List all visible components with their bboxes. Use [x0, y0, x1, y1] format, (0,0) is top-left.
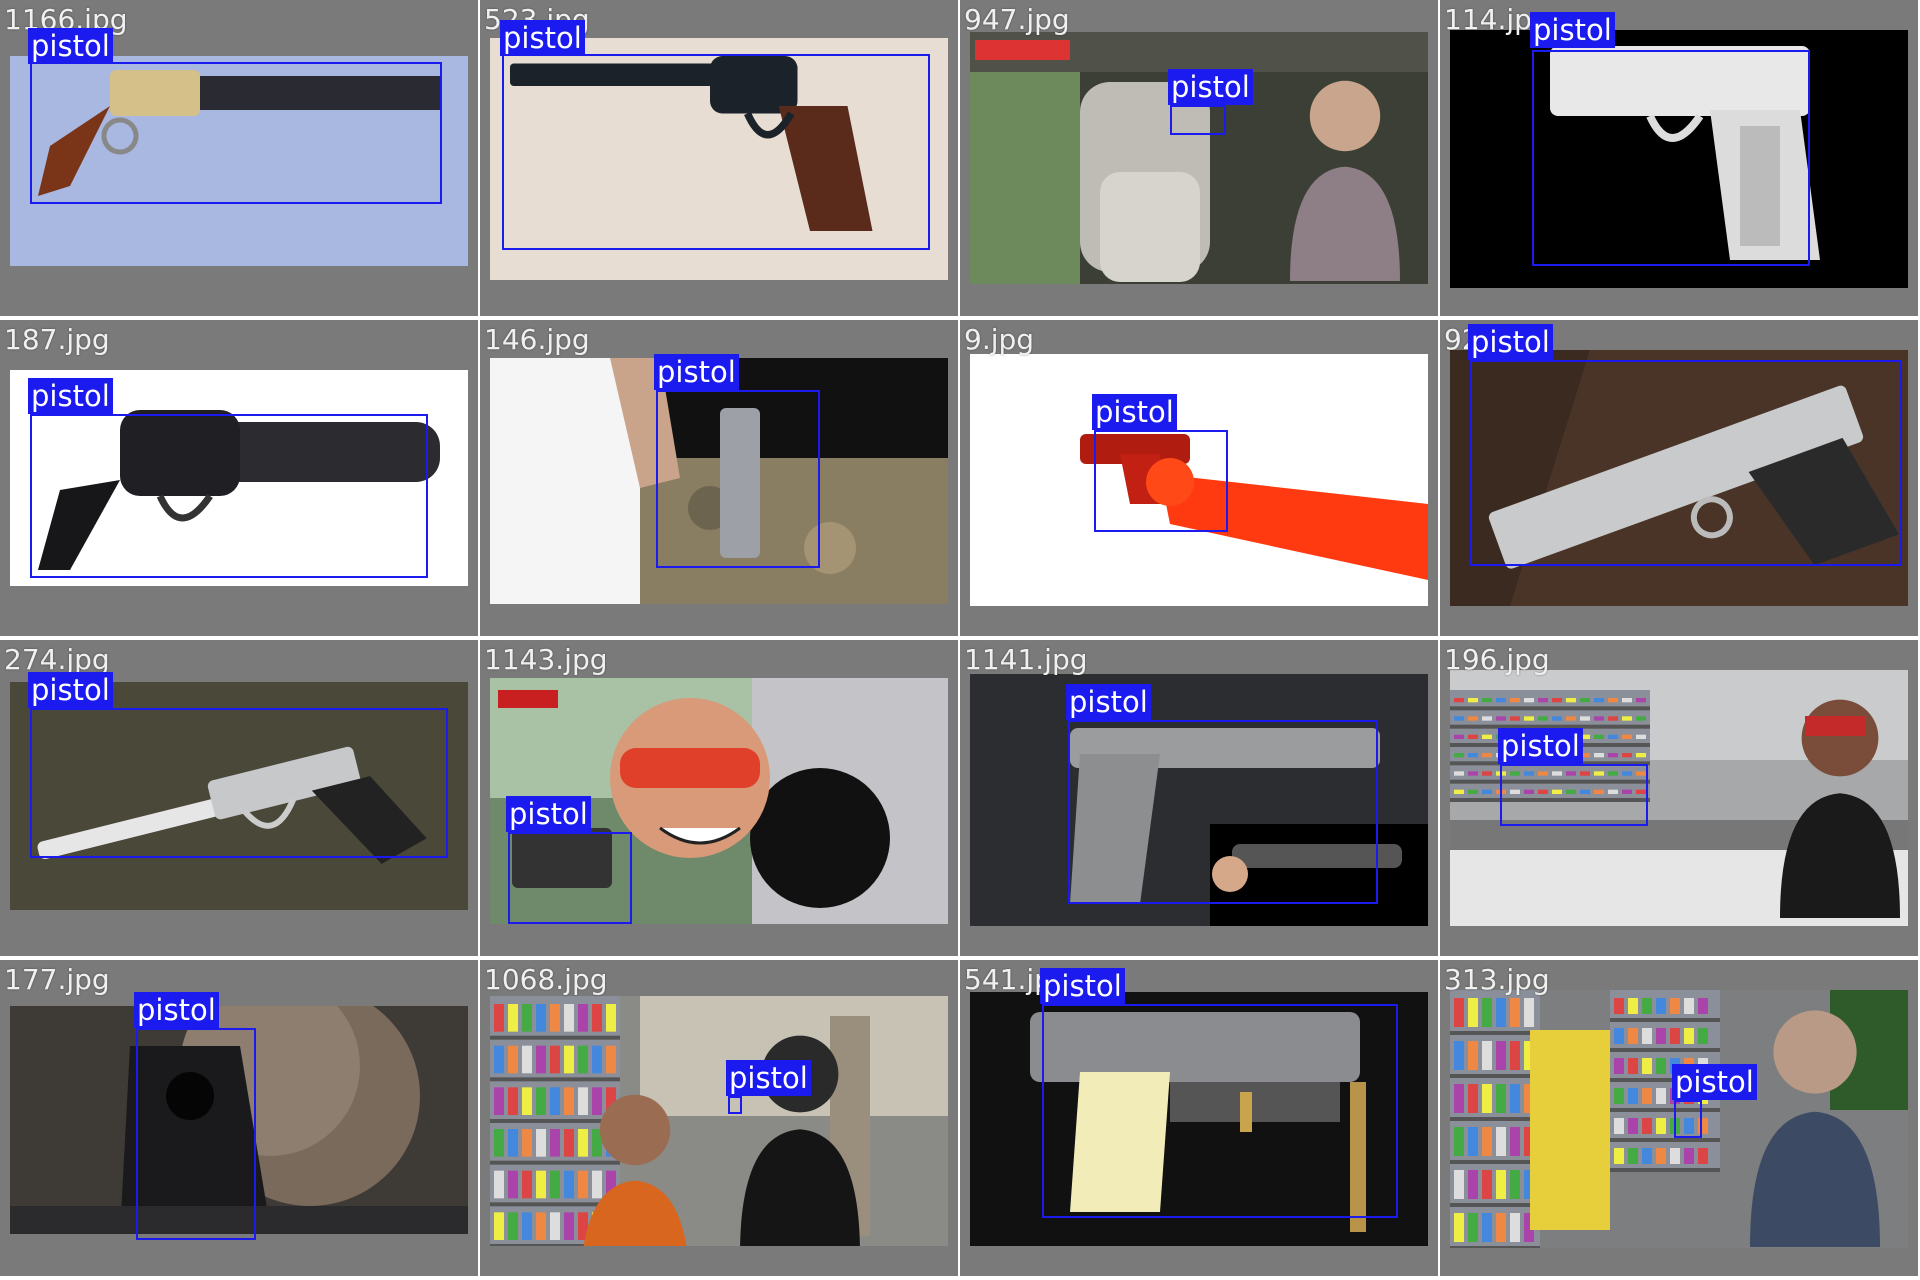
class-label: pistol [1066, 684, 1151, 720]
detection-tile: 187.jpg pistol [0, 320, 478, 636]
detection-tile: 523.jpgpistol [480, 0, 958, 316]
detection-tile: 92.jpgpistol [1440, 320, 1918, 636]
class-label: pistol [1168, 69, 1253, 105]
bounding-box [508, 832, 632, 924]
detection-tile: 541.jpg pistol [960, 960, 1438, 1276]
detection-tile: 274.jpg pistol [0, 640, 478, 956]
bounding-box [30, 708, 448, 858]
class-label: pistol [500, 20, 585, 56]
filename-label: 1068.jpg [484, 963, 608, 996]
bounding-box [502, 54, 930, 250]
detection-grid: 1166.jpgpistol 523.jpgpistol 947.jpg pist… [0, 0, 1920, 1280]
filename-label: 313.jpg [1444, 963, 1550, 996]
class-label: pistol [1092, 394, 1177, 430]
class-label: pistol [1468, 324, 1553, 360]
detection-tile: 146.jpg pistol [480, 320, 958, 636]
class-label: pistol [1530, 12, 1615, 48]
filename-label: 196.jpg [1444, 643, 1550, 676]
class-label: pistol [506, 796, 591, 832]
class-label: pistol [726, 1060, 811, 1096]
filename-label: 187.jpg [4, 323, 110, 356]
bounding-box [1042, 1004, 1398, 1218]
bounding-box [1500, 764, 1648, 826]
detection-tile: 1143.jpg pistol [480, 640, 958, 956]
class-label: pistol [134, 992, 219, 1028]
class-label: pistol [28, 672, 113, 708]
photo [490, 996, 948, 1246]
detection-tile: 177.jpg pistol [0, 960, 478, 1276]
filename-label: 1143.jpg [484, 643, 608, 676]
bounding-box [30, 414, 428, 578]
class-label: pistol [28, 28, 113, 64]
bounding-box [1068, 720, 1378, 904]
bounding-box [1470, 360, 1902, 566]
filename-label: 947.jpg [964, 3, 1070, 36]
filename-label: 9.jpg [964, 323, 1035, 356]
filename-label: 177.jpg [4, 963, 110, 996]
detection-tile: 947.jpg pistol [960, 0, 1438, 316]
bounding-box [1532, 50, 1810, 266]
class-label: pistol [28, 378, 113, 414]
detection-tile: 196.jpg pistol [1440, 640, 1918, 956]
detection-tile: 9.jpg pistol [960, 320, 1438, 636]
detection-tile: 313.jpg pistol [1440, 960, 1918, 1276]
detection-tile: 114.jpg pistol [1440, 0, 1918, 316]
class-label: pistol [1040, 968, 1125, 1004]
bounding-box [136, 1028, 256, 1240]
detection-tile: 1068.jpg pistol [480, 960, 958, 1276]
detection-tile: 1166.jpg pistol [0, 0, 478, 316]
detection-tile: 1141.jpg pistol [960, 640, 1438, 956]
filename-label: 146.jpg [484, 323, 590, 356]
filename-label: 1141.jpg [964, 643, 1088, 676]
class-label: pistol [1672, 1064, 1757, 1100]
bounding-box [1170, 105, 1226, 135]
bounding-box [728, 1096, 742, 1114]
bounding-box [1674, 1100, 1702, 1138]
class-label: pistol [654, 354, 739, 390]
bounding-box [30, 62, 442, 204]
bounding-box [1094, 430, 1228, 532]
class-label: pistol [1498, 728, 1583, 764]
bounding-box [656, 390, 820, 568]
